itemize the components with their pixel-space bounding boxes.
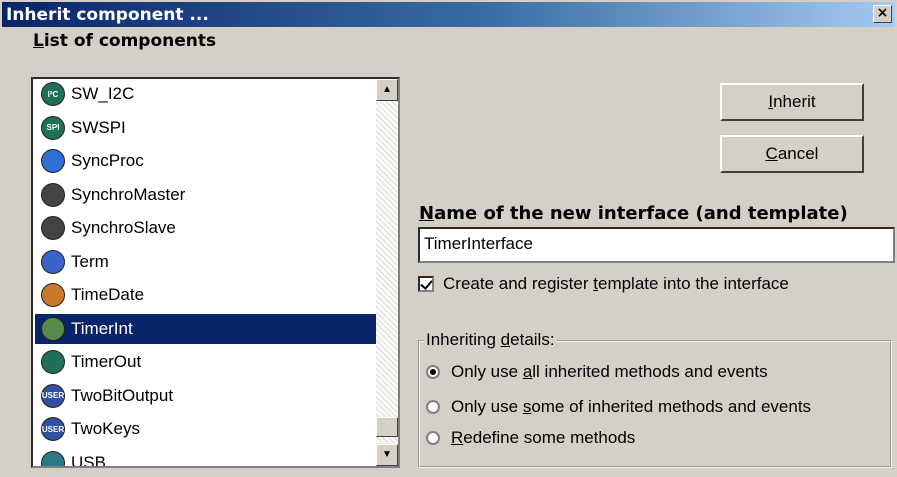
- inherit-button[interactable]: Inherit: [720, 83, 864, 121]
- opt0-pre: Only use: [451, 362, 523, 381]
- radio-button-use-some[interactable]: [426, 400, 440, 414]
- legend-post: etails:: [510, 330, 555, 349]
- list-item-label: SWSPI: [71, 117, 126, 137]
- list-item-twokeys[interactable]: USER TwoKeys: [35, 414, 377, 444]
- list-item-label: SynchroMaster: [71, 184, 186, 204]
- radio-button-redefine[interactable]: [426, 431, 440, 445]
- list-item-label: SW_I2C: [71, 84, 135, 103]
- inherit-label-rest: nherit: [773, 92, 816, 111]
- components-list-label: List of components: [33, 31, 216, 51]
- list-item-usb[interactable]: USB: [35, 448, 377, 468]
- usb-icon: [41, 450, 65, 466]
- radio-label-use-all: Only use all inherited methods and event…: [451, 362, 768, 382]
- list-item-synchromaster[interactable]: SynchroMaster: [35, 180, 377, 210]
- list-item-label: TimerInt: [71, 318, 133, 338]
- list-item-timerint[interactable]: TimerInt: [35, 313, 377, 344]
- list-item-label: TwoBitOutput: [71, 385, 174, 405]
- list-item-label: TimeDate: [71, 285, 145, 304]
- list-item-sw_i2c[interactable]: I²C SW_I2C: [35, 79, 377, 109]
- inherit-component-dialog: Inherit component ... × List of componen…: [0, 0, 897, 477]
- clock-icon: [41, 283, 65, 307]
- phone-icon: [41, 182, 65, 207]
- opt2-accel: R: [451, 428, 464, 447]
- cancel-button[interactable]: Cancel: [720, 135, 864, 173]
- spi-icon: SPI: [41, 115, 65, 140]
- phone-icon: [41, 216, 65, 240]
- inheriting-details-legend: Inheriting details:: [424, 330, 557, 350]
- radio-label-redefine: Redefine some methods: [451, 428, 635, 448]
- radio-button-use-all[interactable]: [426, 365, 440, 379]
- radio-use-all-methods[interactable]: Only use all inherited methods and event…: [426, 362, 768, 382]
- opt1-post: ome of inherited methods and events: [531, 397, 812, 416]
- list-item-swspi[interactable]: SPI SWSPI: [35, 113, 377, 143]
- register-label-post: emplate into the interface: [597, 274, 789, 293]
- legend-accel: d: [500, 330, 511, 349]
- list-item-label: USB: [71, 452, 106, 468]
- radio-redefine-methods[interactable]: Redefine some methods: [426, 428, 635, 448]
- scroll-thumb[interactable]: [376, 417, 398, 437]
- interface-name-label: Name of the new interface (and template): [419, 203, 848, 224]
- opt1-pre: Only use: [451, 397, 523, 416]
- title-bar[interactable]: Inherit component ... ×: [2, 2, 895, 27]
- list-item-syncproc[interactable]: SyncProc: [35, 146, 377, 176]
- user-badge-icon: USER: [41, 383, 65, 408]
- list-item-label: Term: [71, 251, 109, 271]
- legend-pre: Inheriting: [426, 330, 501, 349]
- cancel-label-rest: ancel: [777, 144, 819, 163]
- list-item-label: SynchroSlave: [71, 218, 176, 237]
- radio-use-some-methods[interactable]: Only use some of inherited methods and e…: [426, 397, 811, 417]
- interface-name-input[interactable]: TimerInterface: [418, 227, 895, 263]
- opt0-accel: a: [522, 362, 533, 381]
- cancel-accel: C: [765, 144, 778, 163]
- name-label-accel: N: [419, 203, 435, 224]
- list-label-rest: ist of components: [43, 31, 217, 51]
- components-listbox[interactable]: I²C SW_I2C SPI SWSPI SyncProc SynchroMaster Sy…: [31, 77, 400, 468]
- pulse-icon: [41, 350, 65, 374]
- scroll-down-button[interactable]: ▼: [376, 444, 398, 466]
- timer-icon: [41, 316, 65, 341]
- window-title: Inherit component ...: [6, 5, 209, 25]
- opt2-post: edefine some methods: [463, 428, 636, 447]
- list-item-label: SyncProc: [71, 151, 144, 170]
- list-item-twobitoutput[interactable]: USER TwoBitOutput: [35, 381, 377, 411]
- list-item-label: TwoKeys: [71, 419, 140, 438]
- scroll-up-button[interactable]: ▲: [376, 79, 398, 101]
- register-label-pre: Create and register: [443, 274, 594, 293]
- i2c-icon: I²C: [41, 82, 65, 106]
- terminal-icon: [41, 249, 65, 274]
- close-button[interactable]: ×: [873, 5, 892, 23]
- register-template-label: Create and register template into the in…: [443, 274, 789, 294]
- list-item-label: TimerOut: [71, 352, 142, 371]
- list-item-synchroslave[interactable]: SynchroSlave: [35, 213, 377, 243]
- list-item-timerout[interactable]: TimerOut: [35, 347, 377, 377]
- vertical-scrollbar[interactable]: ▲ ▼: [376, 79, 398, 466]
- list-item-timedate[interactable]: TimeDate: [35, 280, 377, 310]
- register-template-checkbox-row[interactable]: Create and register template into the in…: [418, 274, 789, 294]
- register-template-checkbox[interactable]: [418, 276, 434, 292]
- user-badge-icon: USER: [41, 417, 65, 441]
- opt0-post: ll inherited methods and events: [532, 362, 768, 381]
- list-item-term[interactable]: Term: [35, 247, 377, 277]
- radio-label-use-some: Only use some of inherited methods and e…: [451, 397, 811, 417]
- monitor-icon: [41, 149, 65, 173]
- name-label-rest: ame of the new interface (and template): [434, 203, 848, 224]
- list-label-accel: L: [33, 31, 44, 51]
